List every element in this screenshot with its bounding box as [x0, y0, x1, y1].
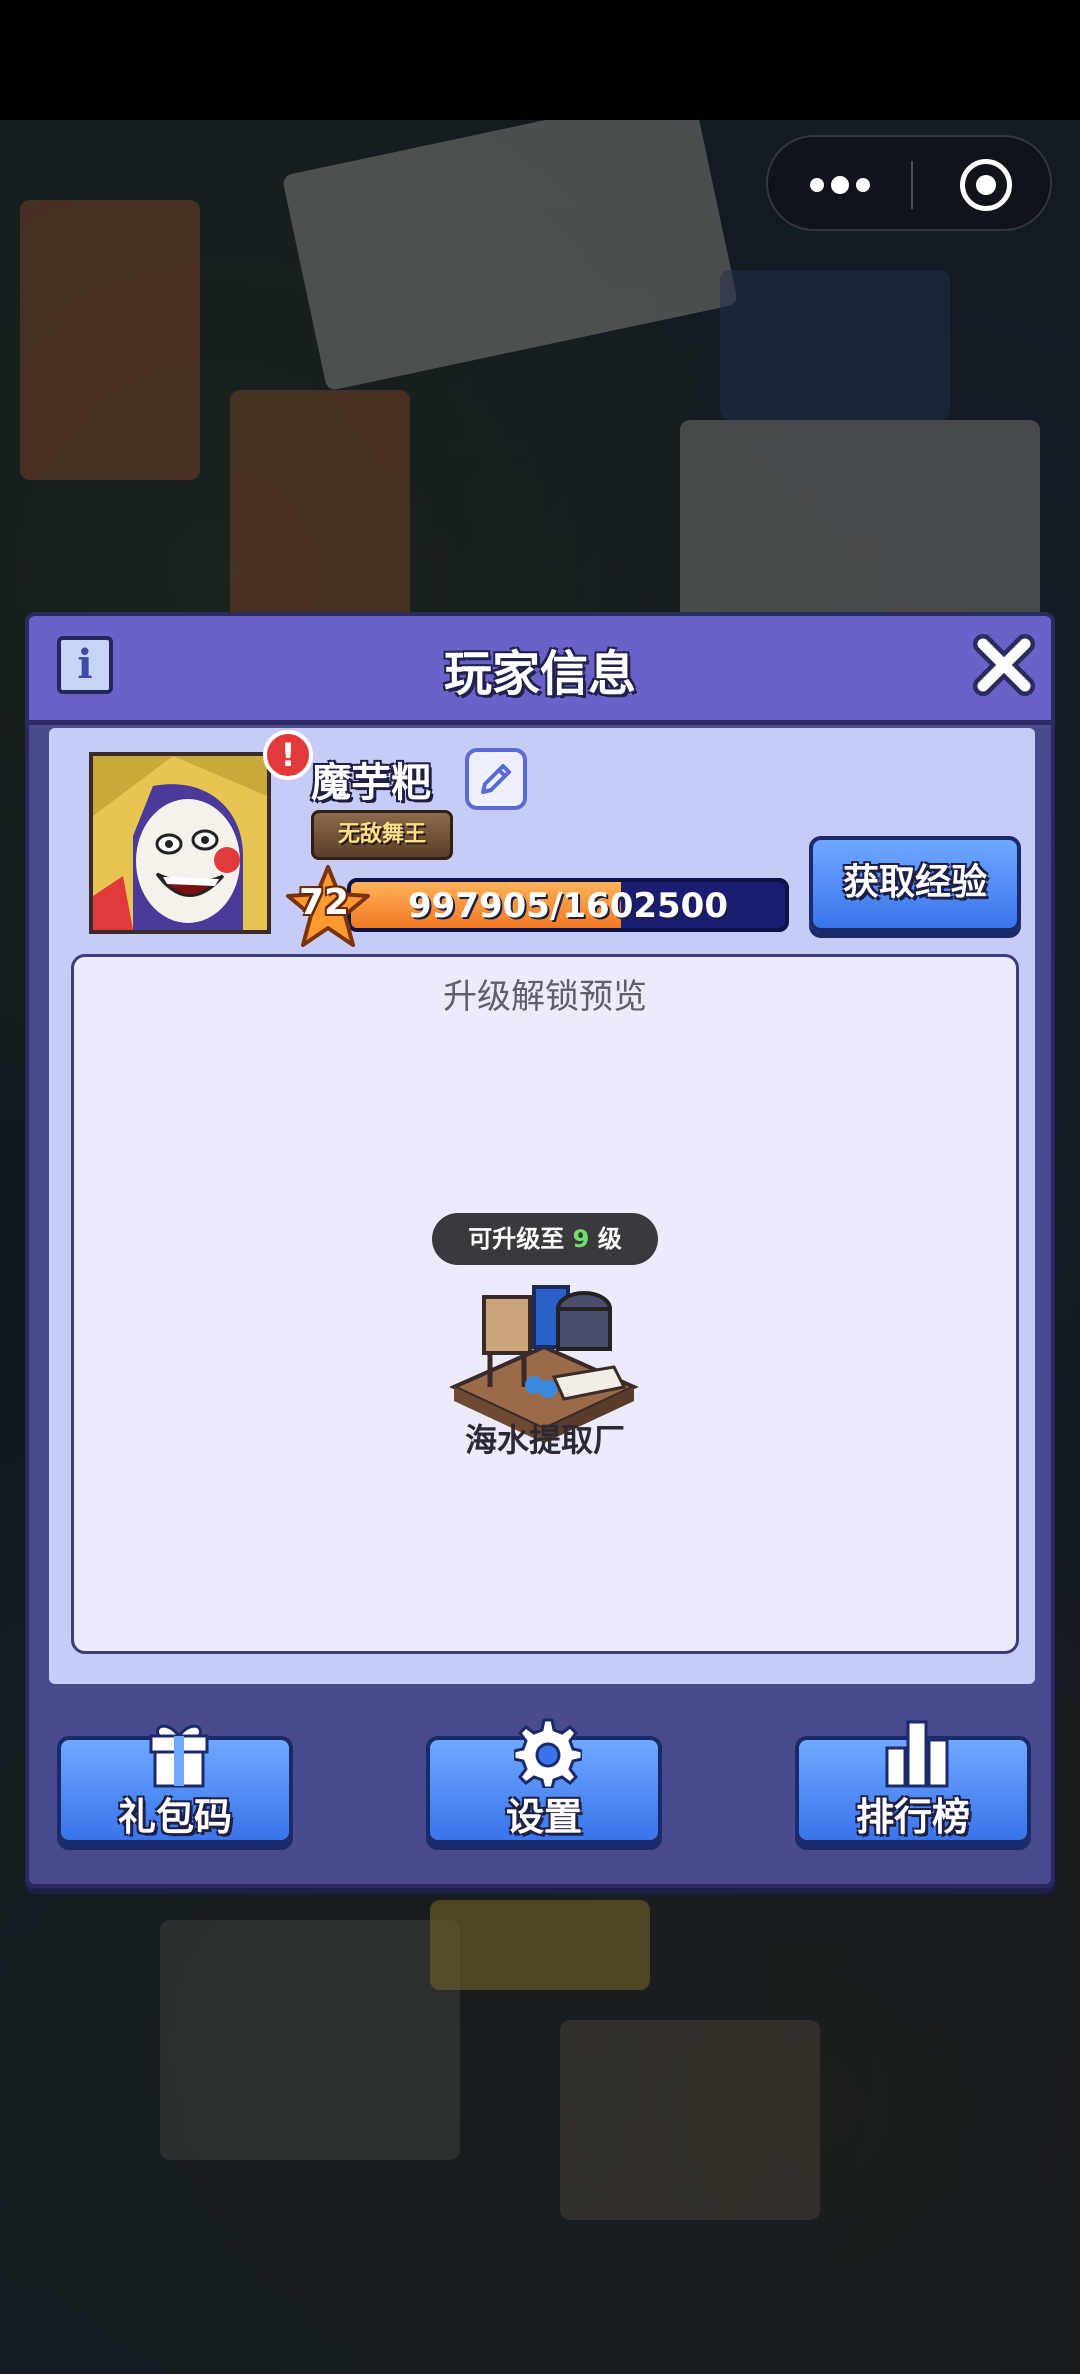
exp-progress-bar: 997905/1602500 [347, 878, 789, 932]
unlock-suffix: 级 [597, 1225, 622, 1253]
leaderboard-label: 排行榜 [855, 1795, 970, 1839]
pencil-icon [481, 764, 511, 794]
leaderboard-button[interactable]: 排行榜 [795, 1720, 1031, 1844]
miniprogram-capsule [766, 135, 1052, 231]
close-icon[interactable] [969, 630, 1039, 700]
building-name: 海水提取厂 [464, 1421, 625, 1459]
player-level: 72 [298, 882, 350, 923]
unlock-preview-box: 升级解锁预览 可升级至 9 级 海水提取厂 [71, 954, 1019, 1654]
more-icon[interactable] [810, 173, 870, 197]
dialog-title: 玩家信息 [443, 646, 636, 702]
get-exp-button[interactable]: 获取经验 [809, 836, 1021, 932]
player-info-dialog: i 玩家信息 ! 魔芋粑 无敌舞王 997905/1602500 72 获取经验… [25, 612, 1055, 1888]
bar-chart-icon [885, 1720, 949, 1788]
status-bar [0, 0, 1080, 120]
edit-name-button[interactable] [465, 748, 527, 810]
settings-label: 设置 [505, 1795, 582, 1839]
unlock-level-pill: 可升级至 9 级 [432, 1213, 658, 1265]
unlock-level: 9 [572, 1225, 590, 1253]
gear-icon [514, 1718, 582, 1788]
avatar[interactable] [89, 752, 271, 934]
player-name: 魔芋粑 [311, 760, 431, 806]
gift-icon [149, 1724, 209, 1788]
player-panel: ! 魔芋粑 无敌舞王 997905/1602500 72 获取经验 升级解锁预览 [49, 728, 1035, 1684]
capsule-divider [911, 161, 913, 209]
alert-badge-icon: ! [263, 730, 313, 780]
unlock-preview-title: 升级解锁预览 [443, 977, 647, 1017]
title-badge: 无敌舞王 [311, 810, 453, 860]
unlock-prefix: 可升级至 [468, 1225, 565, 1253]
clown-avatar-icon [93, 756, 267, 930]
exp-progress-text: 997905/1602500 [408, 886, 728, 926]
exit-miniprogram-icon[interactable] [960, 159, 1012, 211]
gift-code-label: 礼包码 [117, 1795, 232, 1839]
gift-code-button[interactable]: 礼包码 [57, 1724, 293, 1844]
settings-button[interactable]: 设置 [426, 1718, 662, 1844]
dialog-header: i 玩家信息 [29, 616, 1051, 725]
